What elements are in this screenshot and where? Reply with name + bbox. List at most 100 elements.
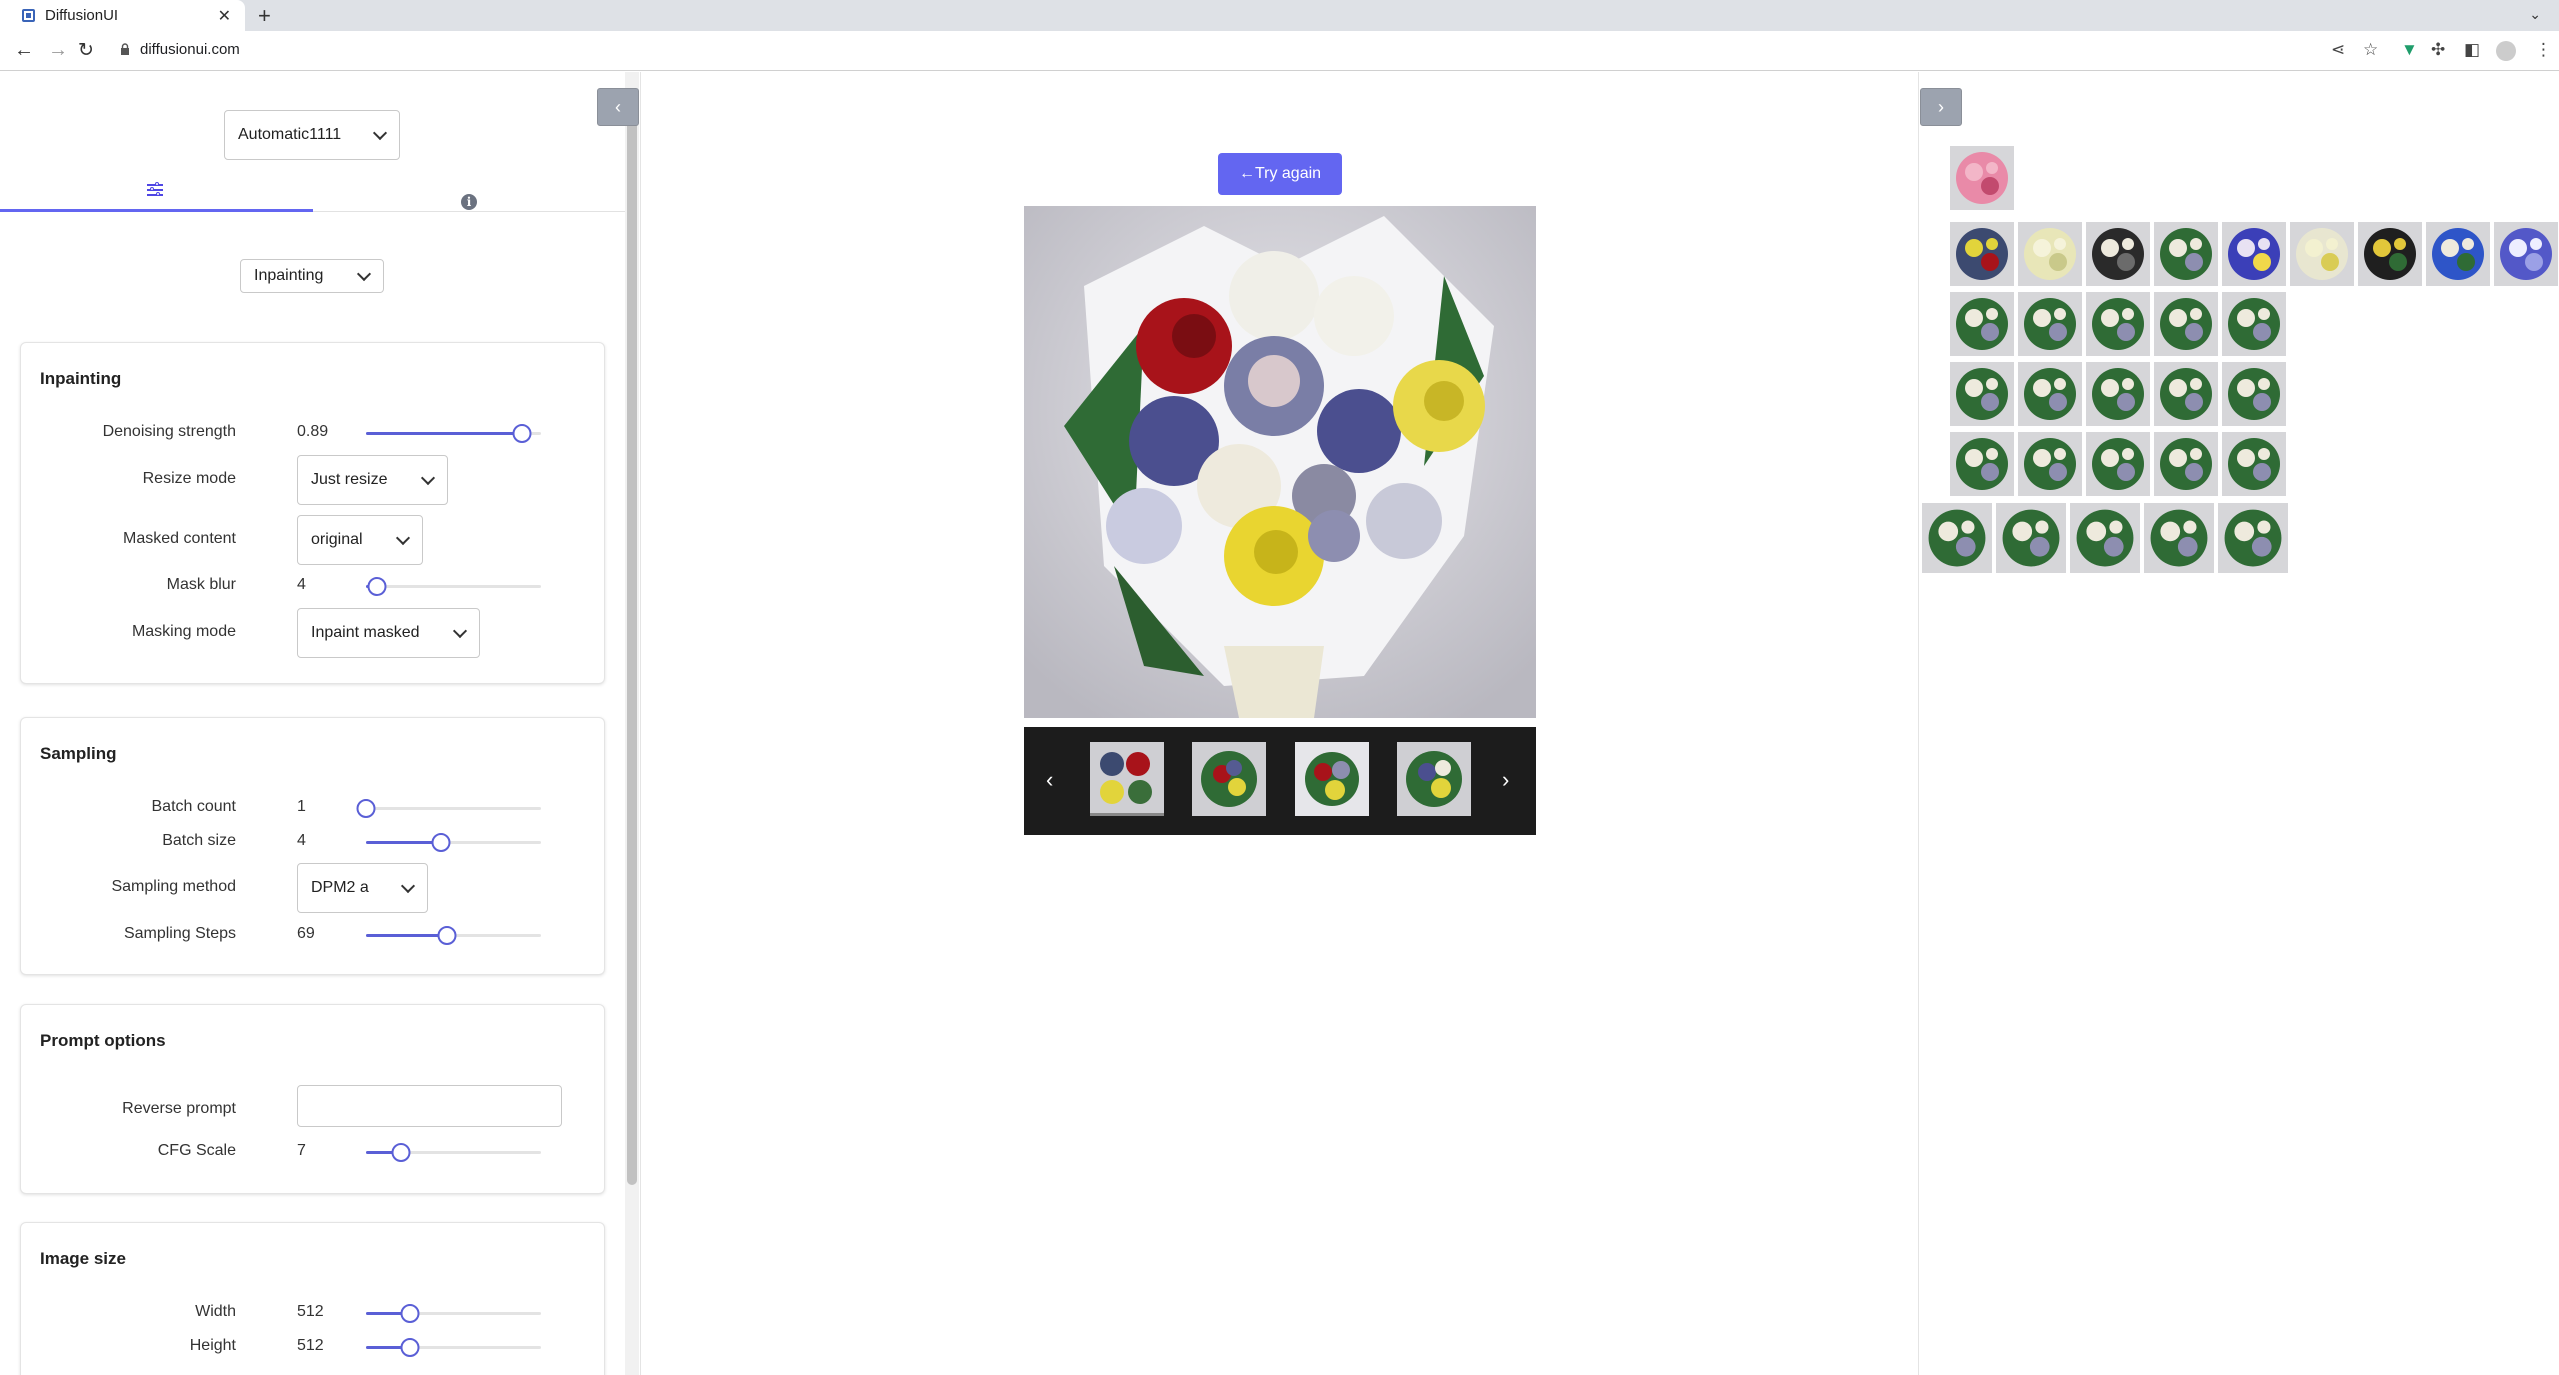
close-tab-icon[interactable]: ✕ <box>218 6 231 26</box>
slider-handle[interactable] <box>437 926 456 945</box>
carousel-thumb[interactable] <box>1397 742 1471 816</box>
vue-devtools-icon[interactable]: ▼ <box>2401 40 2418 60</box>
tab-search-chevron-icon[interactable]: ⌄ <box>2529 6 2541 23</box>
slider-handle[interactable] <box>512 424 532 443</box>
batch-count-value: 1 <box>297 798 306 815</box>
slider-handle[interactable] <box>400 1304 420 1323</box>
mode-select[interactable]: Inpainting <box>240 259 384 293</box>
profile-icon[interactable] <box>2496 41 2516 61</box>
denoising-slider[interactable] <box>366 424 541 443</box>
masking-mode-label: Masking mode <box>131 623 236 640</box>
forward-icon[interactable]: → <box>48 39 68 62</box>
new-tab-icon[interactable]: + <box>258 3 271 29</box>
gallery-thumbnail[interactable] <box>2018 222 2082 286</box>
batch-count-slider[interactable] <box>356 799 541 818</box>
back-icon[interactable]: ← <box>14 39 34 62</box>
gallery-thumbnail[interactable] <box>2018 292 2082 356</box>
panel-divider <box>640 72 641 1375</box>
slider-handle[interactable] <box>400 1338 420 1357</box>
gallery-thumbnail[interactable] <box>2290 222 2354 286</box>
share-icon[interactable]: ⋖ <box>2331 40 2345 60</box>
gallery-thumbnail[interactable] <box>2018 362 2082 426</box>
gallery-thumbnail[interactable] <box>2222 432 2286 496</box>
backend-select-value: Automatic1111 <box>238 126 342 143</box>
gallery-thumbnail[interactable] <box>2086 222 2150 286</box>
url-text[interactable]: diffusionui.com <box>140 41 240 58</box>
gallery-thumbnail[interactable] <box>2154 432 2218 496</box>
carousel-prev-icon[interactable]: ‹ <box>1046 767 1053 793</box>
gallery-thumbnail[interactable] <box>1950 146 2014 210</box>
sampling-method-value: DPM2 a <box>311 879 369 896</box>
carousel-thumb[interactable] <box>1295 742 1369 816</box>
backend-select[interactable]: Automatic1111 <box>224 110 400 160</box>
gallery-thumbnail[interactable] <box>2018 432 2082 496</box>
reload-icon[interactable]: ↻ <box>78 39 94 62</box>
sampling-steps-slider[interactable] <box>366 926 541 945</box>
tab-info-icon[interactable]: i <box>461 194 477 210</box>
gallery-thumbnail[interactable] <box>2222 362 2286 426</box>
masking-mode-select[interactable]: Inpaint masked <box>297 608 480 658</box>
generated-image[interactable] <box>1024 206 1536 718</box>
puzzle-icon[interactable]: ✣ <box>2431 40 2445 60</box>
favicon-icon <box>22 9 35 22</box>
gallery-thumbnail[interactable] <box>2358 222 2422 286</box>
prompt-options-card: Prompt options Reverse prompt CFG Scale … <box>20 1004 605 1194</box>
denoising-label: Denoising strength <box>102 423 236 440</box>
gallery-thumbnail[interactable] <box>2154 222 2218 286</box>
gallery-thumbnail[interactable] <box>1950 432 2014 496</box>
slider-handle[interactable] <box>431 833 451 852</box>
gallery-thumbnail[interactable] <box>2218 503 2288 573</box>
gallery-thumbnail[interactable] <box>1950 292 2014 356</box>
gallery-thumbnail[interactable] <box>1922 503 1992 573</box>
kebab-menu-icon[interactable]: ⋮ <box>2535 40 2552 60</box>
cfg-scale-label: CFG Scale <box>157 1142 236 1159</box>
gallery-divider <box>1918 72 1919 1375</box>
gallery-thumbnail[interactable] <box>2086 432 2150 496</box>
gallery-thumbnail[interactable] <box>2494 222 2558 286</box>
gallery-thumbnail[interactable] <box>1996 503 2066 573</box>
gallery-thumbnail[interactable] <box>2086 292 2150 356</box>
slider-handle[interactable] <box>367 577 386 596</box>
batch-size-label: Batch size <box>162 832 236 849</box>
gallery-thumbnail[interactable] <box>1950 222 2014 286</box>
tab-settings[interactable] <box>147 182 163 197</box>
left-panel-scrollbar-thumb[interactable] <box>627 88 637 1185</box>
batch-size-slider[interactable] <box>366 833 541 852</box>
carousel-thumb[interactable] <box>1192 742 1266 816</box>
slider-fill <box>366 432 522 435</box>
inpainting-title: Inpainting <box>40 369 122 388</box>
sampling-card: Sampling Batch count 1 Batch size 4 Samp… <box>20 717 605 975</box>
slider-handle[interactable] <box>391 1143 411 1162</box>
gallery-thumbnail[interactable] <box>2222 222 2286 286</box>
gallery-thumbnail[interactable] <box>2070 503 2140 573</box>
mask-blur-slider[interactable] <box>366 577 541 596</box>
carousel-thumb[interactable] <box>1090 742 1164 816</box>
slider-handle[interactable] <box>356 799 376 818</box>
gallery-thumbnail[interactable] <box>2154 292 2218 356</box>
star-icon[interactable]: ☆ <box>2363 40 2378 60</box>
sampling-method-label: Sampling method <box>111 878 236 895</box>
gallery-thumbnail[interactable] <box>2144 503 2214 573</box>
height-label: Height <box>189 1337 236 1354</box>
sidebar-icon[interactable]: ◧ <box>2464 40 2480 60</box>
resize-mode-select[interactable]: Just resize <box>297 455 448 505</box>
gallery-thumbnail[interactable] <box>2154 362 2218 426</box>
lock-icon <box>121 43 129 55</box>
sampling-method-select[interactable]: DPM2 a <box>297 863 428 913</box>
collapse-gallery-button[interactable]: › <box>1920 88 1962 126</box>
masked-content-select[interactable]: original <box>297 515 423 565</box>
carousel-next-icon[interactable]: › <box>1502 767 1509 793</box>
browser-tab[interactable]: DiffusionUI ✕ <box>0 0 245 31</box>
collapse-left-panel-button[interactable]: ‹ <box>597 88 639 126</box>
gallery-thumbnail[interactable] <box>2426 222 2490 286</box>
inpainting-card: Inpainting Denoising strength 0.89 Resiz… <box>20 342 605 684</box>
height-slider[interactable] <box>366 1338 541 1357</box>
try-again-button[interactable]: ←Try again <box>1218 153 1342 195</box>
gallery-thumbnail[interactable] <box>2086 362 2150 426</box>
width-slider[interactable] <box>366 1304 541 1323</box>
cfg-scale-slider[interactable] <box>366 1143 541 1162</box>
gallery-thumbnail[interactable] <box>2222 292 2286 356</box>
reverse-prompt-input[interactable] <box>297 1085 562 1127</box>
browser-tab-bar: DiffusionUI ✕ + ⌄ <box>0 0 2559 31</box>
gallery-thumbnail[interactable] <box>1950 362 2014 426</box>
